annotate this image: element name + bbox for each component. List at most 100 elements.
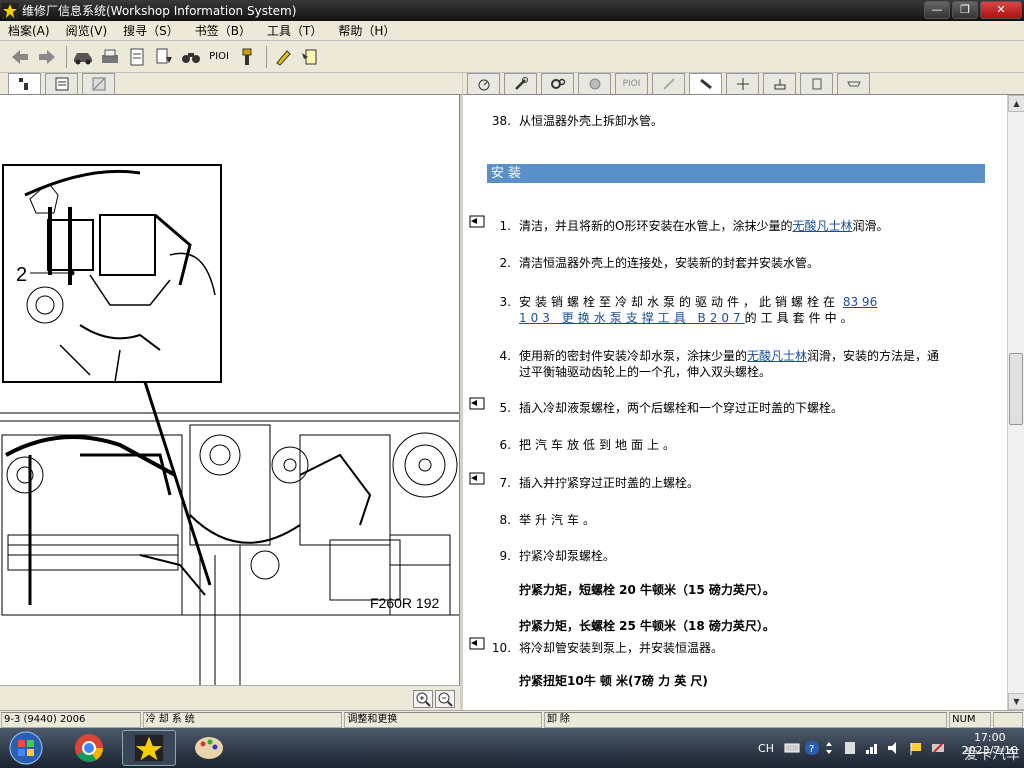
car-icon[interactable] [71, 45, 95, 69]
step-text: 清洁，并且将新的O形环安装在水管上，涂抹少量的 [519, 219, 793, 233]
step-number: 1. [499, 219, 511, 233]
step-number: 7. [499, 476, 511, 490]
step-text: 插入冷却液泵螺栓，两个后螺栓和一个穿过正时盖的下螺栓。 [519, 401, 844, 415]
vaseline-link[interactable]: 无酸凡士林 [747, 349, 807, 363]
network-icon[interactable] [864, 740, 880, 756]
maximize-button[interactable]: ❐ [952, 1, 978, 19]
forward-arrow-icon[interactable] [35, 45, 59, 69]
tab-lift-icon[interactable] [763, 73, 796, 94]
back-arrow-icon[interactable] [8, 45, 32, 69]
step-number: 2. [499, 256, 511, 270]
title-bar: 维修厂信息系统(Workshop Information System) — ❐… [0, 0, 1024, 21]
step-text: 润滑，安装的方法是，通 [807, 349, 940, 363]
toolbar-divider [66, 45, 67, 68]
step-text: 的工具套件中。 [744, 311, 857, 325]
taskbar: CH ? 17:00 2023/7/10 爱卡汽车 [0, 728, 1024, 768]
note-icon[interactable] [469, 215, 485, 228]
menu-bookmarks[interactable]: 书签（B） [187, 22, 259, 39]
tray-expand-icon[interactable] [824, 740, 834, 756]
volume-icon[interactable] [886, 740, 902, 756]
left-tab-bar [0, 73, 462, 95]
scroll-down-icon[interactable]: ▼ [1008, 693, 1024, 710]
tab-tree-view[interactable] [8, 73, 41, 94]
paint-icon[interactable] [182, 730, 236, 766]
status-action: 卸除 [543, 712, 948, 728]
tab-tool-icon[interactable] [652, 73, 685, 94]
download-icon[interactable] [152, 45, 176, 69]
step-text: 从恒温器外壳上拆卸水管。 [519, 114, 664, 128]
tool-link[interactable]: 103 更换水泵支撑工具 B207 [519, 311, 745, 325]
device-icon[interactable] [842, 740, 858, 756]
help-icon[interactable]: ? [804, 740, 820, 756]
step-number: 5. [499, 401, 511, 415]
step-number: 38. [491, 114, 511, 128]
tab-timer-icon[interactable] [467, 73, 500, 94]
torque-spec-short: 拧紧力矩，短螺栓 20 牛顿米（15 磅力英尺）。 [519, 583, 775, 597]
menu-view[interactable]: 阅览(V) [58, 22, 116, 39]
status-numlock: NUM [949, 712, 992, 728]
power-icon[interactable] [930, 740, 946, 756]
note-pointer-icon[interactable] [298, 45, 322, 69]
menu-help[interactable]: 帮助（H） [330, 22, 403, 39]
right-tab-bar: PIOI [463, 73, 1024, 95]
flag-icon[interactable] [908, 740, 924, 756]
app-star-icon [2, 2, 18, 19]
step-text: 过平衡轴驱动齿轮上的一个孔，伸入双头螺栓。 [519, 365, 772, 379]
zoom-out-icon[interactable] [435, 690, 455, 708]
tab-pioi[interactable]: PIOI [615, 73, 648, 94]
tool-link[interactable]: 83 96 [843, 295, 877, 309]
step-text: 使用新的密封件安装冷却水泵，涂抹少量的 [519, 349, 748, 363]
note-icon[interactable] [469, 637, 485, 650]
tab-screwdriver-icon[interactable] [689, 73, 722, 94]
highlighter-icon[interactable] [271, 45, 295, 69]
step-text: 举升汽车。 [519, 513, 600, 527]
zoom-in-icon[interactable] [413, 690, 433, 708]
scroll-thumb[interactable] [1009, 353, 1023, 425]
svg-text:?: ? [809, 744, 814, 755]
minimize-button[interactable]: — [924, 1, 950, 19]
menu-search[interactable]: 搜寻（S） [115, 22, 187, 39]
wrench-tool-icon[interactable] [235, 45, 259, 69]
torque-spec-thermostat: 拧紧扭矩10牛 顿 米(7磅 力 英 尺) [519, 674, 708, 688]
note-icon[interactable] [469, 472, 485, 485]
status-model: 9-3 (9440) 2006 [1, 712, 141, 728]
wis-app-icon[interactable] [122, 730, 176, 766]
document-icon[interactable] [125, 45, 149, 69]
menu-bar: 档案(A) 阅览(V) 搜寻（S） 书签（B） 工具（T） 帮助（H） [0, 21, 1024, 41]
menu-file[interactable]: 档案(A) [0, 22, 58, 39]
tab-spec-icon[interactable] [800, 73, 833, 94]
note-icon[interactable] [469, 397, 485, 410]
tab-wrench-icon[interactable] [504, 73, 537, 94]
status-empty [993, 712, 1023, 728]
tab-image-view[interactable] [82, 73, 115, 94]
figure-pane: 2 F260R 192 [0, 95, 460, 685]
step-number: 6. [499, 438, 511, 452]
tab-part-icon[interactable] [837, 73, 870, 94]
pioi-button[interactable]: PIOI [206, 45, 232, 69]
vertical-scrollbar[interactable]: ▲ ▼ [1007, 95, 1024, 710]
close-button[interactable]: ✕ [980, 1, 1022, 19]
chrome-icon[interactable] [62, 730, 116, 766]
step-text: 润滑。 [852, 219, 889, 233]
tab-move-icon[interactable] [726, 73, 759, 94]
step-number: 4. [499, 349, 511, 363]
tab-engine-icon[interactable] [578, 73, 611, 94]
scroll-up-icon[interactable]: ▲ [1008, 95, 1024, 112]
binoculars-icon[interactable] [179, 45, 203, 69]
windows-start-icon[interactable] [4, 730, 48, 766]
figure-label: F260R 192 [370, 595, 439, 611]
figure-footer [0, 685, 460, 710]
menu-tools[interactable]: 工具（T） [259, 22, 330, 39]
clock-time: 17:00 [973, 731, 1006, 744]
step-text: 把汽车放低到地面上。 [519, 438, 680, 452]
print-icon[interactable] [98, 45, 122, 69]
status-bar: 9-3 (9440) 2006 冷却系统 调整和更换 卸除 NUM [0, 710, 1024, 728]
vaseline-link[interactable]: 无酸凡士林 [792, 219, 852, 233]
tab-document-view[interactable] [45, 73, 78, 94]
language-indicator[interactable]: CH [758, 742, 774, 755]
procedure-pane: 38. 从恒温器外壳上拆卸水管。 安装 1. 清洁，并且将新的O形环安装在水管上… [463, 95, 1007, 710]
keyboard-icon[interactable] [784, 741, 800, 755]
toolbar-divider [266, 45, 267, 68]
tab-gears-icon[interactable] [541, 73, 574, 94]
step-number: 9. [499, 549, 511, 563]
